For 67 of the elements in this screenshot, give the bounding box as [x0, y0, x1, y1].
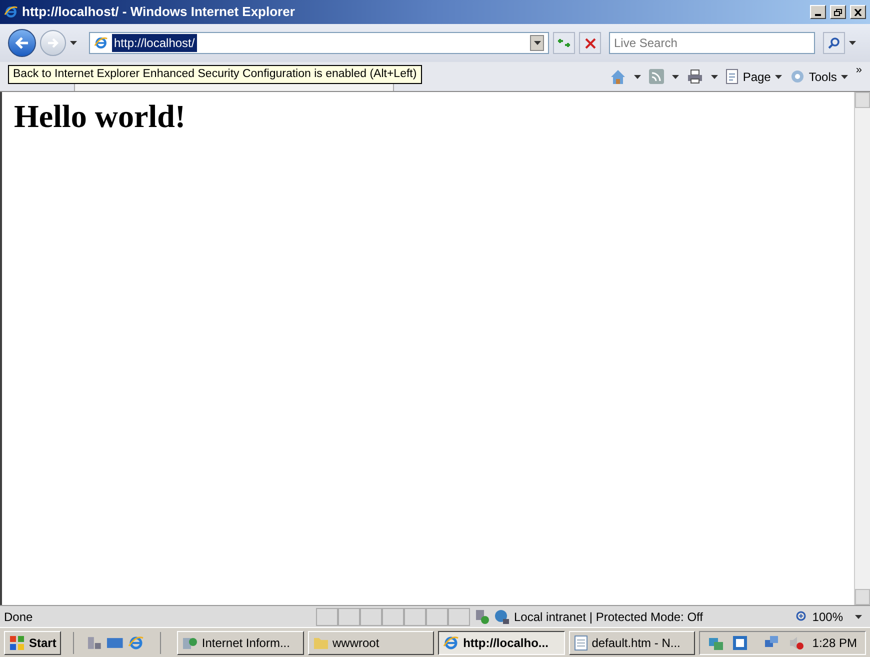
browser-e-icon — [443, 634, 460, 650]
close-icon — [584, 38, 596, 48]
refresh-button[interactable] — [553, 32, 575, 54]
globe-icon — [494, 608, 510, 624]
dropdown-button[interactable] — [530, 35, 544, 51]
page-icon — [726, 69, 739, 84]
start-button[interactable]: Start — [4, 630, 62, 654]
left-arrow-icon — [15, 37, 29, 49]
caret-icon — [710, 74, 718, 78]
status-pane — [360, 608, 382, 626]
command-menu-button[interactable]: Page — [726, 68, 782, 86]
browser-e-icon — [128, 634, 144, 650]
muted-speaker-icon[interactable] — [788, 634, 804, 650]
caret-icon — [774, 74, 782, 78]
status-pane — [382, 608, 404, 626]
search-button[interactable] — [823, 32, 845, 54]
home-icon[interactable] — [610, 68, 626, 84]
status-pane — [426, 608, 448, 626]
address-field[interactable]: http://localhost/ — [89, 32, 549, 54]
caret-icon — [70, 41, 77, 45]
status-pane — [404, 608, 426, 626]
refresh-arrows-icon — [557, 38, 571, 48]
browser-e-icon — [4, 5, 18, 19]
restore-button[interactable] — [830, 5, 846, 19]
zoom-button[interactable]: 100% — [796, 608, 862, 626]
clock: 1:28 PM — [812, 634, 857, 652]
notepad-icon — [574, 634, 588, 650]
minimize-button[interactable] — [810, 5, 826, 19]
caret-icon — [855, 614, 862, 618]
windows-logo-icon — [9, 634, 25, 650]
status-text: Done — [3, 608, 34, 626]
taskbar-button[interactable]: Internet Inform... — [176, 630, 304, 654]
caret-icon — [634, 74, 641, 78]
caret-icon — [672, 74, 679, 78]
printer-icon[interactable] — [686, 69, 703, 84]
close-icon — [854, 8, 862, 16]
search-icon — [828, 37, 840, 49]
feed-icon[interactable] — [648, 69, 664, 84]
close-button[interactable] — [850, 5, 866, 19]
page-heading: Hello world! — [14, 97, 187, 136]
taskbar-button[interactable]: http://localho... — [438, 630, 565, 654]
server-icon[interactable] — [86, 634, 102, 650]
gear-icon — [790, 69, 805, 84]
scrollbar[interactable] — [854, 92, 870, 605]
search-field[interactable]: Live Search — [609, 32, 815, 54]
window-title: http://localhost/ - Windows Internet Explorer — [22, 3, 295, 22]
right-arrow-icon — [47, 38, 59, 48]
taskbar-button[interactable]: default.htm - N... — [568, 630, 696, 654]
security-icon — [474, 608, 490, 624]
url-text: http://localhost/ — [112, 34, 197, 52]
command-menu-button[interactable]: Tools — [790, 68, 848, 86]
status-pane — [448, 608, 470, 626]
window-icon[interactable] — [732, 634, 748, 650]
overflow-button[interactable]: » — [856, 62, 862, 78]
stop-button[interactable] — [579, 32, 601, 54]
caret-icon — [840, 74, 848, 78]
status-pane — [316, 608, 338, 626]
restore-icon — [834, 8, 842, 16]
browser-e-icon — [94, 36, 108, 50]
taskbar-button[interactable]: wwwroot — [308, 630, 434, 654]
caret-icon — [534, 41, 540, 45]
caret-icon — [849, 41, 856, 45]
magnifier-icon — [796, 610, 808, 622]
tooltip: Back to Internet Explorer Enhanced Security Configuration is enabled (Alt+Left) — [8, 65, 422, 84]
zone-text: Local intranet | Protected Mode: Off — [514, 608, 704, 626]
status-pane — [338, 608, 360, 626]
back-button[interactable] — [8, 29, 36, 57]
